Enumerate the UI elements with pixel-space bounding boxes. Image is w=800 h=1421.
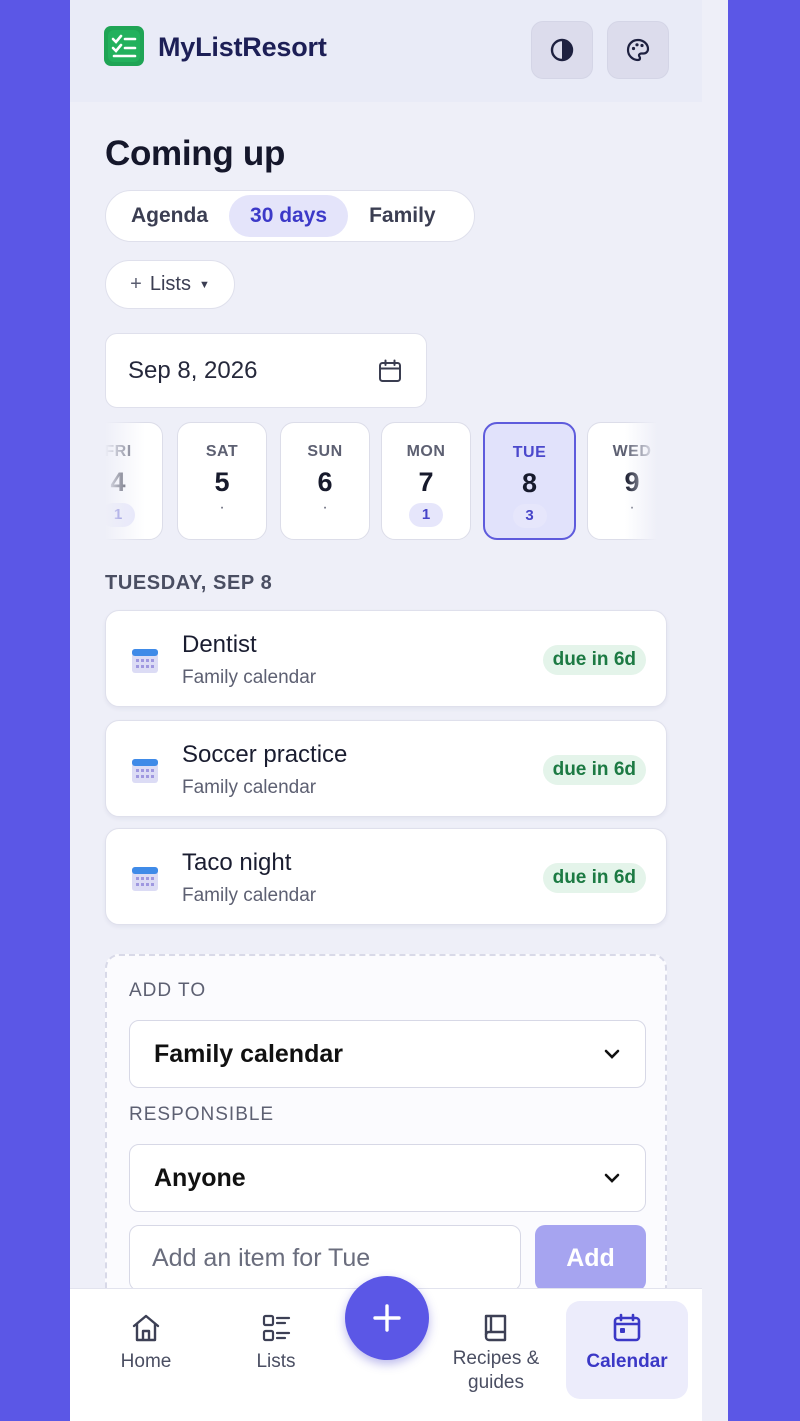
responsible-select[interactable]: Anyone (129, 1144, 646, 1212)
palette-button[interactable] (607, 21, 669, 79)
day-dow: WED (612, 443, 652, 460)
plus-icon (373, 1304, 401, 1332)
day-count-dot: · (629, 499, 635, 516)
nav-label: Calendar (586, 1351, 668, 1372)
nav-home[interactable]: Home (85, 1301, 207, 1399)
nav-recipes-guides[interactable]: Recipes & guides (435, 1301, 557, 1399)
nav-label: Recipes & guides (452, 1348, 540, 1393)
date-picker[interactable]: Sep 8, 2026 (105, 333, 427, 408)
day-dow: FRI (105, 443, 132, 460)
due-badge: due in 6d (542, 755, 646, 785)
plus-icon: + (130, 273, 142, 295)
responsible-value: Anyone (154, 1163, 246, 1192)
app-header: MyListResort (70, 0, 702, 102)
add-item-button[interactable]: Add (535, 1225, 646, 1291)
lists-filter-button[interactable]: + Lists ▼ (105, 260, 235, 309)
day-number: 7 (418, 467, 434, 497)
add-to-select[interactable]: Family calendar (129, 1020, 646, 1088)
new-item-input[interactable] (129, 1225, 521, 1291)
day-number: 8 (521, 468, 538, 498)
nav-label: Lists (256, 1351, 296, 1372)
event-item-dentist[interactable]: Dentist Family calendar due in 6d (105, 610, 667, 707)
tab-agenda[interactable]: Agenda (110, 195, 229, 237)
day-dow: SAT (205, 443, 239, 460)
app-title: MyListResort (158, 32, 327, 62)
app-screen: MyListResort Coming up Agenda 30 days Fa… (70, 0, 728, 1421)
lists-filter-label: Lists (149, 273, 191, 295)
day-card-mon[interactable]: MON 7 1 (381, 422, 471, 540)
day-dow: TUE (512, 444, 547, 461)
day-card-tue[interactable]: TUE 8 3 (483, 422, 576, 540)
day-card-wed[interactable]: WED 9 · (587, 422, 665, 540)
day-card-fri[interactable]: FRI 4 1 (105, 422, 163, 540)
calendar-icon (132, 649, 158, 673)
nav-calendar[interactable]: Calendar (566, 1301, 688, 1399)
day-card-sun[interactable]: SUN 6 · (280, 422, 370, 540)
day-count-dot: · (322, 499, 328, 516)
add-fab-button[interactable] (345, 1276, 429, 1360)
calendar-icon (613, 1313, 641, 1342)
day-strip: FRI 4 1 SAT 5 · SUN 6 · MON 7 1 TUE 8 3 … (105, 422, 665, 540)
nav-label: Home (120, 1351, 172, 1372)
chevron-down-icon (604, 1049, 620, 1059)
contrast-icon (550, 38, 574, 62)
day-number: 6 (317, 467, 333, 497)
day-dow: SUN (307, 443, 343, 460)
event-title: Taco night (182, 849, 292, 876)
day-number: 5 (214, 467, 230, 497)
event-list-name: Family calendar (182, 667, 317, 688)
day-number: 9 (624, 467, 640, 497)
day-card-sat[interactable]: SAT 5 · (177, 422, 267, 540)
event-list-name: Family calendar (182, 777, 317, 798)
view-tabs: Agenda 30 days Family (105, 190, 475, 242)
calendar-icon[interactable] (376, 357, 404, 385)
day-count-badge: 1 (409, 503, 443, 527)
book-icon (484, 1314, 507, 1342)
caret-down-icon: ▼ (198, 278, 210, 291)
calendar-icon (132, 759, 158, 783)
list-icon (262, 1314, 291, 1342)
page-title: Coming up (105, 134, 286, 173)
theme-toggle-button[interactable] (531, 21, 593, 79)
due-badge: due in 6d (542, 863, 646, 893)
nav-lists[interactable]: Lists (215, 1301, 337, 1399)
date-value: Sep 8, 2026 (128, 356, 258, 384)
event-title: Soccer practice (182, 741, 348, 768)
day-section-heading: TUESDAY, SEP 8 (105, 572, 273, 594)
home-icon (132, 1314, 160, 1342)
day-dow: MON (406, 443, 446, 460)
add-to-value: Family calendar (154, 1039, 343, 1068)
event-item-taco-night[interactable]: Taco night Family calendar due in 6d (105, 828, 667, 925)
event-list-name: Family calendar (182, 885, 317, 906)
tab-30-days[interactable]: 30 days (229, 195, 349, 237)
day-count-dot: · (219, 499, 225, 516)
event-title: Dentist (182, 631, 257, 658)
event-item-soccer-practice[interactable]: Soccer practice Family calendar due in 6… (105, 720, 667, 817)
app-logo-icon (104, 26, 144, 66)
tab-family[interactable]: Family (348, 195, 457, 237)
add-to-label: ADD TO (129, 980, 207, 1001)
day-count-badge: 1 (105, 503, 135, 527)
chevron-down-icon (604, 1173, 620, 1183)
calendar-icon (132, 867, 158, 891)
palette-icon (626, 38, 650, 62)
day-number: 4 (110, 467, 126, 497)
day-count-badge: 3 (512, 504, 547, 528)
responsible-label: RESPONSIBLE (129, 1104, 275, 1125)
due-badge: due in 6d (542, 645, 646, 675)
